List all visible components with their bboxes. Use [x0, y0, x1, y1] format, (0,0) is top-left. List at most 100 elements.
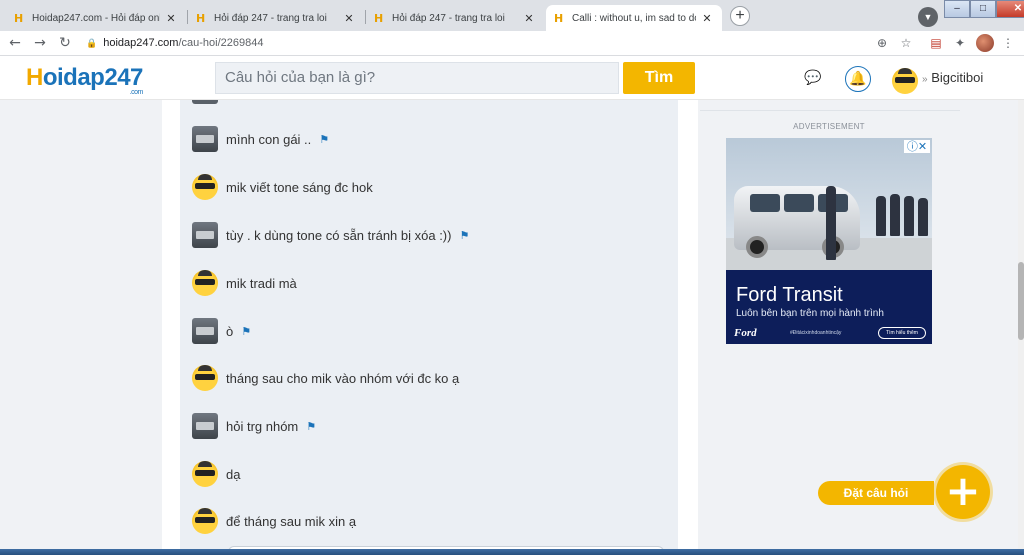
logo-h: H: [26, 64, 43, 91]
chat-bubble-icon[interactable]: 💬: [800, 66, 826, 92]
report-flag-icon[interactable]: ⚑: [459, 229, 469, 242]
ask-question-label[interactable]: Đặt câu hỏi: [818, 481, 934, 505]
message-text: hỏi trg nhóm: [226, 418, 299, 434]
ford-transit-ad[interactable]: Ford Transit Luôn bên bạn trên mọi hành …: [726, 138, 932, 344]
back-arrow-icon[interactable]: ←: [6, 34, 24, 52]
ad-title: Ford Transit: [736, 284, 843, 306]
close-tab-icon[interactable]: ✕: [522, 12, 536, 25]
hoidap-favicon-icon: H: [14, 12, 24, 25]
new-tab-button[interactable]: +: [730, 6, 750, 26]
scrollbar-thumb[interactable]: [1018, 262, 1024, 340]
message-text: tùy . k dùng tone có sẵn tránh bị xóa :)…: [226, 227, 452, 243]
bookmark-star-icon[interactable]: ☆: [898, 35, 914, 51]
chat-message: tháng sau cho mik vào nhóm với đc ko ạ: [192, 364, 459, 392]
hoidap-favicon-icon: H: [374, 12, 384, 25]
site-logo[interactable]: Hoidap247 .com: [26, 64, 143, 96]
chat-message: tùy . k dùng tone có sẵn tránh bị xóa :)…: [192, 221, 469, 249]
search-input[interactable]: Câu hỏi của bạn là gì?: [215, 62, 619, 94]
left-gutter: [0, 100, 162, 555]
avatar[interactable]: [192, 413, 218, 439]
close-tab-icon[interactable]: ✕: [342, 12, 356, 25]
van-window: [750, 194, 780, 212]
report-flag-icon[interactable]: ⚑: [241, 325, 251, 338]
user-avatar[interactable]: [892, 68, 918, 94]
tab-title: Hoidap247.com - Hỏi đáp online: [32, 12, 160, 24]
ad-cta-button[interactable]: Tìm hiểu thêm: [878, 327, 926, 339]
close-tab-icon[interactable]: ✕: [164, 12, 178, 25]
tab-title: Calli : without u, im sad to do any: [572, 12, 696, 24]
avatar[interactable]: [192, 318, 218, 344]
logo-com: .com: [129, 89, 144, 96]
tab-title: Hỏi đáp 247 - trang tra loi: [392, 12, 505, 24]
avatar[interactable]: [192, 270, 218, 296]
avatar[interactable]: [192, 174, 218, 200]
browser-tab-bar: H Hoidap247.com - Hỏi đáp online ✕ H Hỏi…: [0, 0, 1024, 31]
van-window: [784, 194, 814, 212]
window-close-icon[interactable]: ✕: [996, 0, 1024, 18]
chat-message: mik tradi mà: [192, 269, 297, 297]
message-text: tháng sau cho mik vào nhóm với đc ko ạ: [226, 370, 460, 386]
avatar[interactable]: [192, 508, 218, 534]
ad-person: [904, 196, 914, 236]
notification-bell-icon[interactable]: 🔔: [845, 66, 871, 92]
partial-avatar: [192, 100, 218, 104]
browser-tab-1[interactable]: H Hoidap247.com - Hỏi đáp online ✕: [6, 5, 186, 31]
minimize-icon[interactable]: –: [944, 0, 970, 18]
lock-icon: 🔒: [86, 38, 98, 48]
chat-message: dạ: [192, 460, 240, 488]
search-button[interactable]: Tìm: [623, 62, 695, 94]
ad-subtitle: Luôn bên bạn trên mọi hành trình: [736, 308, 884, 319]
chrome-menu-down-icon[interactable]: ▼: [918, 7, 938, 27]
chat-thread: [180, 100, 678, 555]
browser-tab-2[interactable]: H Hỏi đáp 247 - trang tra loi ✕: [188, 5, 364, 31]
report-flag-icon[interactable]: ⚑: [319, 133, 329, 146]
site-header: Hoidap247 .com Câu hỏi của bạn là gì? Tì…: [0, 56, 1024, 100]
user-menu[interactable]: » Bigcitiboi: [922, 70, 983, 85]
avatar[interactable]: [192, 461, 218, 487]
maximize-icon[interactable]: □: [970, 0, 996, 18]
van-wheel: [746, 236, 768, 258]
reload-icon[interactable]: ↻: [56, 34, 74, 52]
hoidap-favicon-icon: H: [196, 12, 206, 25]
ad-person: [826, 186, 836, 260]
address-bar[interactable]: 🔒 hoidap247.com/cau-hoi/2269844: [86, 34, 926, 53]
chat-message: hỏi trg nhóm ⚑: [192, 412, 316, 440]
message-text: mik tradi mà: [226, 275, 297, 291]
chevron-down-icon: »: [922, 74, 928, 85]
ask-question-plus-button[interactable]: +: [936, 465, 990, 519]
message-text: mình con gái ..: [226, 131, 312, 147]
chat-message: mình con gái .. ⚑: [192, 125, 329, 153]
window-controls: – □ ✕: [944, 0, 1024, 18]
chrome-profile-avatar[interactable]: [976, 34, 994, 52]
chat-message: mik viết tone sáng đc hok: [192, 173, 373, 201]
browser-tab-3[interactable]: H Hỏi đáp 247 - trang tra loi ✕: [366, 5, 544, 31]
forward-arrow-icon[interactable]: →: [31, 34, 49, 52]
username-label: Bigcitiboi: [931, 70, 984, 85]
ad-person: [876, 196, 886, 236]
message-text: ò: [226, 323, 234, 339]
advertisement-label: ADVERTISEMENT: [793, 122, 865, 131]
ad-close-icon[interactable]: ⓘ✕: [904, 140, 930, 153]
chat-message: ò ⚑: [192, 317, 251, 345]
zoom-icon[interactable]: ⊕: [874, 35, 890, 51]
avatar[interactable]: [192, 222, 218, 248]
ad-hashtag: #Đitácixinhdoanhtincậy: [790, 330, 842, 336]
browser-tab-4-active[interactable]: H Calli : without u, im sad to do any ✕: [546, 5, 722, 31]
close-tab-icon[interactable]: ✕: [700, 12, 714, 25]
tab-title: Hỏi đáp 247 - trang tra loi: [214, 12, 327, 24]
url-host: hoidap247.com: [103, 37, 179, 49]
extensions-puzzle-icon[interactable]: ✦: [952, 35, 968, 51]
hoidap-favicon-icon: H: [554, 12, 564, 25]
message-text: mik viết tone sáng đc hok: [226, 179, 373, 195]
avatar[interactable]: [192, 365, 218, 391]
avatar[interactable]: [192, 126, 218, 152]
report-flag-icon[interactable]: ⚑: [306, 420, 316, 433]
ad-van-image: [734, 186, 860, 258]
chrome-menu-icon[interactable]: ⋮: [1000, 35, 1016, 51]
url-path: /cau-hoi/2269844: [178, 37, 264, 49]
os-taskbar: [0, 549, 1024, 555]
message-text: để tháng sau mik xin ạ: [226, 513, 357, 529]
ad-person: [890, 194, 900, 236]
browser-toolbar: ← → ↻ 🔒 hoidap247.com/cau-hoi/2269844 ⊕ ☆…: [0, 31, 1024, 56]
extension-calendar-icon[interactable]: ▤: [928, 35, 944, 51]
